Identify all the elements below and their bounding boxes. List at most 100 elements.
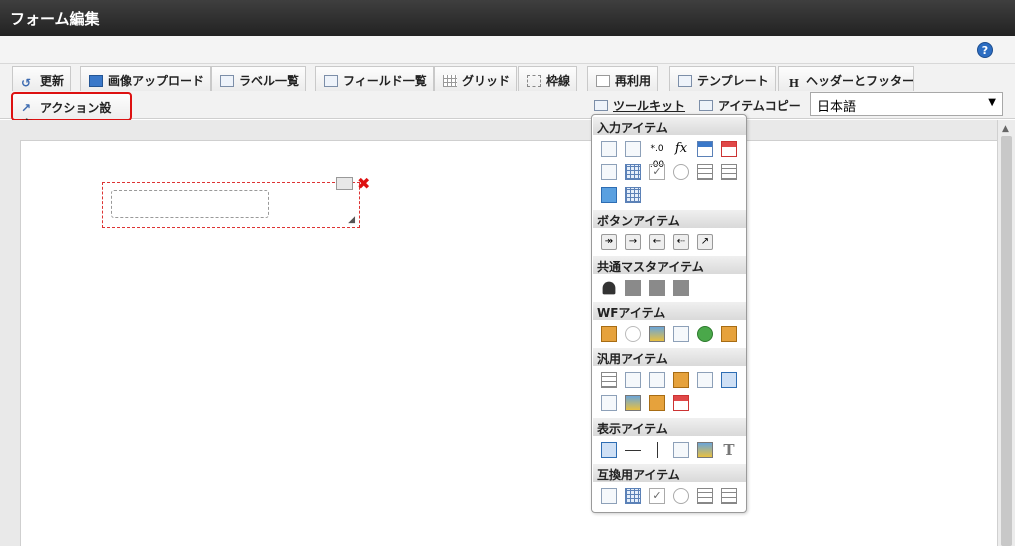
camera-icon[interactable]: [649, 372, 665, 388]
submit-button-icon[interactable]: ↠: [601, 234, 617, 250]
tab-header-footer[interactable]: H ヘッダーとフッター: [778, 66, 914, 91]
approver-icon[interactable]: [697, 326, 713, 342]
tab-label: テンプレート: [697, 74, 769, 88]
checkbox-icon[interactable]: ✓: [649, 164, 665, 180]
company-icon[interactable]: [649, 280, 665, 296]
tab-label: ラベル一覧: [239, 74, 300, 88]
resize-grip-icon[interactable]: ◢: [348, 215, 355, 225]
user-icon[interactable]: [602, 281, 616, 295]
section-compat-items: 互換用アイテム: [593, 464, 746, 482]
compat-select-icon[interactable]: [601, 488, 617, 504]
document-icon[interactable]: [673, 326, 689, 342]
tab-reuse[interactable]: 再利用: [587, 66, 659, 91]
tab-label: ヘッダーとフッター: [806, 74, 915, 88]
return-button-icon[interactable]: ⇠: [673, 234, 689, 250]
textarea-icon[interactable]: [625, 141, 641, 157]
organization-icon[interactable]: [625, 280, 641, 296]
label-icon[interactable]: [601, 442, 617, 458]
section-button-items: ボタンアイテム: [593, 210, 746, 228]
section-general-items: 汎用アイテム: [593, 348, 746, 366]
scrollbar-thumb[interactable]: [1001, 136, 1012, 546]
tab-label: アイテムコピー: [718, 99, 801, 113]
help-bar: ?: [0, 36, 1015, 64]
select-icon[interactable]: [601, 164, 617, 180]
label-list-icon: [220, 75, 234, 87]
item-properties-icon[interactable]: [336, 177, 353, 190]
calculation-icon[interactable]: fx: [673, 141, 689, 157]
media-icon[interactable]: [625, 395, 641, 411]
header-footer-icon: H: [788, 77, 800, 90]
page-icon[interactable]: [697, 372, 713, 388]
section-display-items: 表示アイテム: [593, 418, 746, 436]
section-common-master-items: 共通マスタアイテム: [593, 256, 746, 274]
calendar-icon[interactable]: [673, 395, 689, 411]
back-button-icon[interactable]: ←: [649, 234, 665, 250]
tab-label: 再利用: [615, 74, 652, 88]
tab-update[interactable]: ↺ 更新: [12, 66, 72, 91]
tab-label: フィールド一覧: [343, 74, 427, 88]
window-title: フォーム編集: [0, 0, 1015, 36]
folder-icon[interactable]: [673, 372, 689, 388]
textbox-icon[interactable]: [601, 141, 617, 157]
item-copy-icon: [699, 100, 713, 111]
attachment-icon[interactable]: [625, 326, 641, 342]
department-icon[interactable]: [673, 280, 689, 296]
radio-icon[interactable]: [673, 164, 689, 180]
date-range-icon[interactable]: [721, 141, 737, 157]
scroll-up-icon[interactable]: ▲: [1002, 124, 1009, 134]
grid-table-icon[interactable]: [625, 164, 641, 180]
clipboard-icon[interactable]: [601, 326, 617, 342]
tab-label: ツールキット: [613, 99, 686, 113]
list-view-icon[interactable]: [721, 164, 737, 180]
tab-image-upload[interactable]: 画像アップロード: [80, 66, 212, 91]
form-item-textarea[interactable]: ◢: [102, 182, 360, 228]
tab-grid[interactable]: グリッド: [434, 66, 518, 91]
tab-action-settings[interactable]: ↗アクション設定: [11, 92, 132, 132]
tab-label: グリッド: [462, 74, 511, 88]
tab-border[interactable]: 枠線: [518, 66, 578, 91]
tab-label: 枠線: [546, 74, 571, 88]
file-upload-icon[interactable]: [601, 187, 617, 203]
tab-template[interactable]: テンプレート: [669, 66, 776, 91]
update-icon: ↺: [21, 76, 32, 90]
compat-list-view-icon[interactable]: [721, 488, 737, 504]
grid-icon: [443, 75, 457, 87]
vertical-line-icon[interactable]: [657, 442, 658, 458]
stamp-icon[interactable]: [721, 326, 737, 342]
vertical-scrollbar[interactable]: ▲: [997, 120, 1015, 546]
action-icon: ↗: [21, 101, 32, 115]
tree-icon[interactable]: [649, 395, 665, 411]
language-select[interactable]: 日本語 ▼: [810, 92, 1003, 116]
download-icon[interactable]: [721, 372, 737, 388]
section-wf-items: WFアイテム: [593, 302, 746, 320]
tab-label-list[interactable]: ラベル一覧: [211, 66, 307, 91]
separator-icon[interactable]: [601, 372, 617, 388]
text-document-icon[interactable]: [625, 372, 641, 388]
image-upload-icon: [89, 75, 103, 87]
action-button-icon[interactable]: ↗: [697, 234, 713, 250]
textarea-field[interactable]: [111, 190, 269, 218]
border-icon: [527, 75, 541, 87]
next-button-icon[interactable]: →: [625, 234, 641, 250]
toolkit-icon: [594, 100, 608, 111]
listbox-icon[interactable]: [697, 164, 713, 180]
delete-item-icon[interactable]: ✖: [357, 174, 370, 193]
date-icon[interactable]: [697, 141, 713, 157]
compat-listbox-icon[interactable]: [697, 488, 713, 504]
tab-label: 更新: [40, 74, 65, 88]
table-icon[interactable]: [625, 187, 641, 203]
compat-radio-icon[interactable]: [673, 488, 689, 504]
panel-icon[interactable]: [601, 395, 617, 411]
template-icon: [678, 75, 692, 87]
compat-checkbox-icon[interactable]: ✓: [649, 488, 665, 504]
chevron-down-icon: ▼: [988, 97, 996, 108]
image-icon[interactable]: [649, 326, 665, 342]
tab-field-list[interactable]: フィールド一覧: [315, 66, 434, 91]
number-icon[interactable]: *.0 .00: [649, 141, 665, 170]
help-icon[interactable]: ?: [977, 42, 993, 58]
frame-icon[interactable]: [673, 442, 689, 458]
picture-icon[interactable]: [697, 442, 713, 458]
horizontal-line-icon[interactable]: [625, 450, 641, 451]
compat-grid-icon[interactable]: [625, 488, 641, 504]
text-icon[interactable]: T: [721, 442, 737, 458]
